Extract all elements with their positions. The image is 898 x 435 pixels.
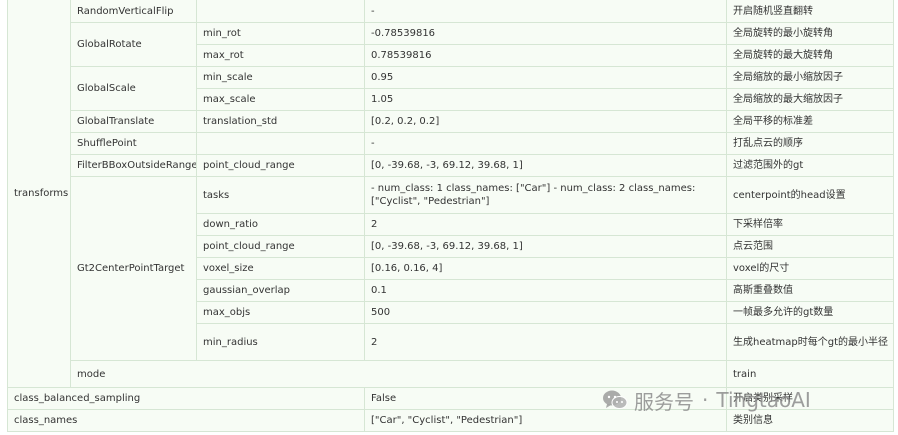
param-name: max_rot: [196, 44, 365, 67]
watermark: 服务号 · TingtaoAI: [602, 386, 811, 414]
param-value: 0.78539816: [364, 44, 727, 67]
param-value: 0.95: [364, 66, 727, 89]
param-desc: 一帧最多允许的gt数量: [726, 301, 894, 324]
param-desc: 高斯重叠数值: [726, 279, 894, 302]
param-value: -: [364, 132, 727, 155]
param-name: [196, 132, 365, 155]
transform-name: GlobalScale: [70, 66, 197, 111]
param-desc: 全局缩放的最大缩放因子: [726, 88, 894, 111]
param-desc: 开启随机竖直翻转: [726, 0, 894, 23]
table-row: GlobalScale min_scale 0.95 全局缩放的最小缩放因子: [8, 66, 894, 111]
watermark-separator: ·: [702, 388, 709, 412]
param-name: max_objs: [196, 301, 365, 324]
param-value: 2: [364, 323, 727, 361]
param-name: voxel_size: [196, 257, 365, 280]
param-value: -0.78539816: [364, 22, 727, 45]
wechat-icon: [602, 389, 628, 411]
transform-name: RandomVerticalFlip: [70, 0, 197, 23]
watermark-service: 服务号: [634, 389, 694, 414]
table-row: FilterBBoxOutsideRange point_cloud_range…: [8, 154, 894, 177]
config-key: mode: [70, 360, 727, 388]
param-name: translation_std: [196, 110, 365, 133]
param-value: 1.05: [364, 88, 727, 111]
param-value: -: [364, 0, 727, 23]
param-desc: 全局旋转的最小旋转角: [726, 22, 894, 45]
param-desc: 下采样倍率: [726, 213, 894, 236]
param-desc: 全局旋转的最大旋转角: [726, 44, 894, 67]
table-row: GlobalTranslate translation_std [0.2, 0.…: [8, 110, 894, 133]
param-desc: centerpoint的head设置: [726, 176, 894, 214]
param-desc: voxel的尺寸: [726, 257, 894, 280]
transform-name: ShufflePoint: [70, 132, 197, 155]
param-name: max_scale: [196, 88, 365, 111]
param-value: 0.1: [364, 279, 727, 302]
transform-name: Gt2CenterPointTarget: [70, 176, 197, 361]
param-desc: 全局平移的标准差: [726, 110, 894, 133]
transform-name: GlobalRotate: [70, 22, 197, 67]
param-name: point_cloud_range: [196, 235, 365, 258]
watermark-account: TingtaoAI: [716, 388, 811, 412]
param-name: min_scale: [196, 66, 365, 89]
param-value: 500: [364, 301, 727, 324]
param-desc: 全局缩放的最小缩放因子: [726, 66, 894, 89]
param-name: down_ratio: [196, 213, 365, 236]
table-row: mode train 模式: [8, 360, 894, 388]
param-desc: 打乱点云的顺序: [726, 132, 894, 155]
config-table: transforms RandomVerticalFlip - 开启随机竖直翻转…: [7, 0, 894, 432]
table-row: ShufflePoint - 打乱点云的顺序: [8, 132, 894, 155]
param-value: train: [726, 360, 894, 388]
param-value: [0.2, 0.2, 0.2]: [364, 110, 727, 133]
param-value: [0, -39.68, -3, 69.12, 39.68, 1]: [364, 235, 727, 258]
param-value: - num_class: 1 class_names: ["Car"] - nu…: [364, 176, 727, 214]
param-desc: 点云范围: [726, 235, 894, 258]
transform-name: FilterBBoxOutsideRange: [70, 154, 197, 177]
param-desc: 过滤范围外的gt: [726, 154, 894, 177]
config-key: class_balanced_sampling: [7, 387, 365, 410]
config-key: class_names: [7, 409, 365, 432]
param-value: 2: [364, 213, 727, 236]
table-row: transforms RandomVerticalFlip - 开启随机竖直翻转: [7, 0, 894, 388]
transform-name: GlobalTranslate: [70, 110, 197, 133]
param-name: point_cloud_range: [196, 154, 365, 177]
param-name: tasks: [196, 176, 365, 214]
table-row: Gt2CenterPointTarget tasks - num_class: …: [8, 176, 894, 361]
param-desc: 生成heatmap时每个gt的最小半径: [726, 323, 894, 361]
param-name: min_rot: [196, 22, 365, 45]
param-name: [196, 0, 365, 23]
transforms-cell: transforms: [7, 0, 71, 388]
param-value: [0.16, 0.16, 4]: [364, 257, 727, 280]
param-name: gaussian_overlap: [196, 279, 365, 302]
table-row: GlobalRotate min_rot -0.78539816 全局旋转的最小…: [8, 22, 894, 67]
param-value: [0, -39.68, -3, 69.12, 39.68, 1]: [364, 154, 727, 177]
param-name: min_radius: [196, 323, 365, 361]
